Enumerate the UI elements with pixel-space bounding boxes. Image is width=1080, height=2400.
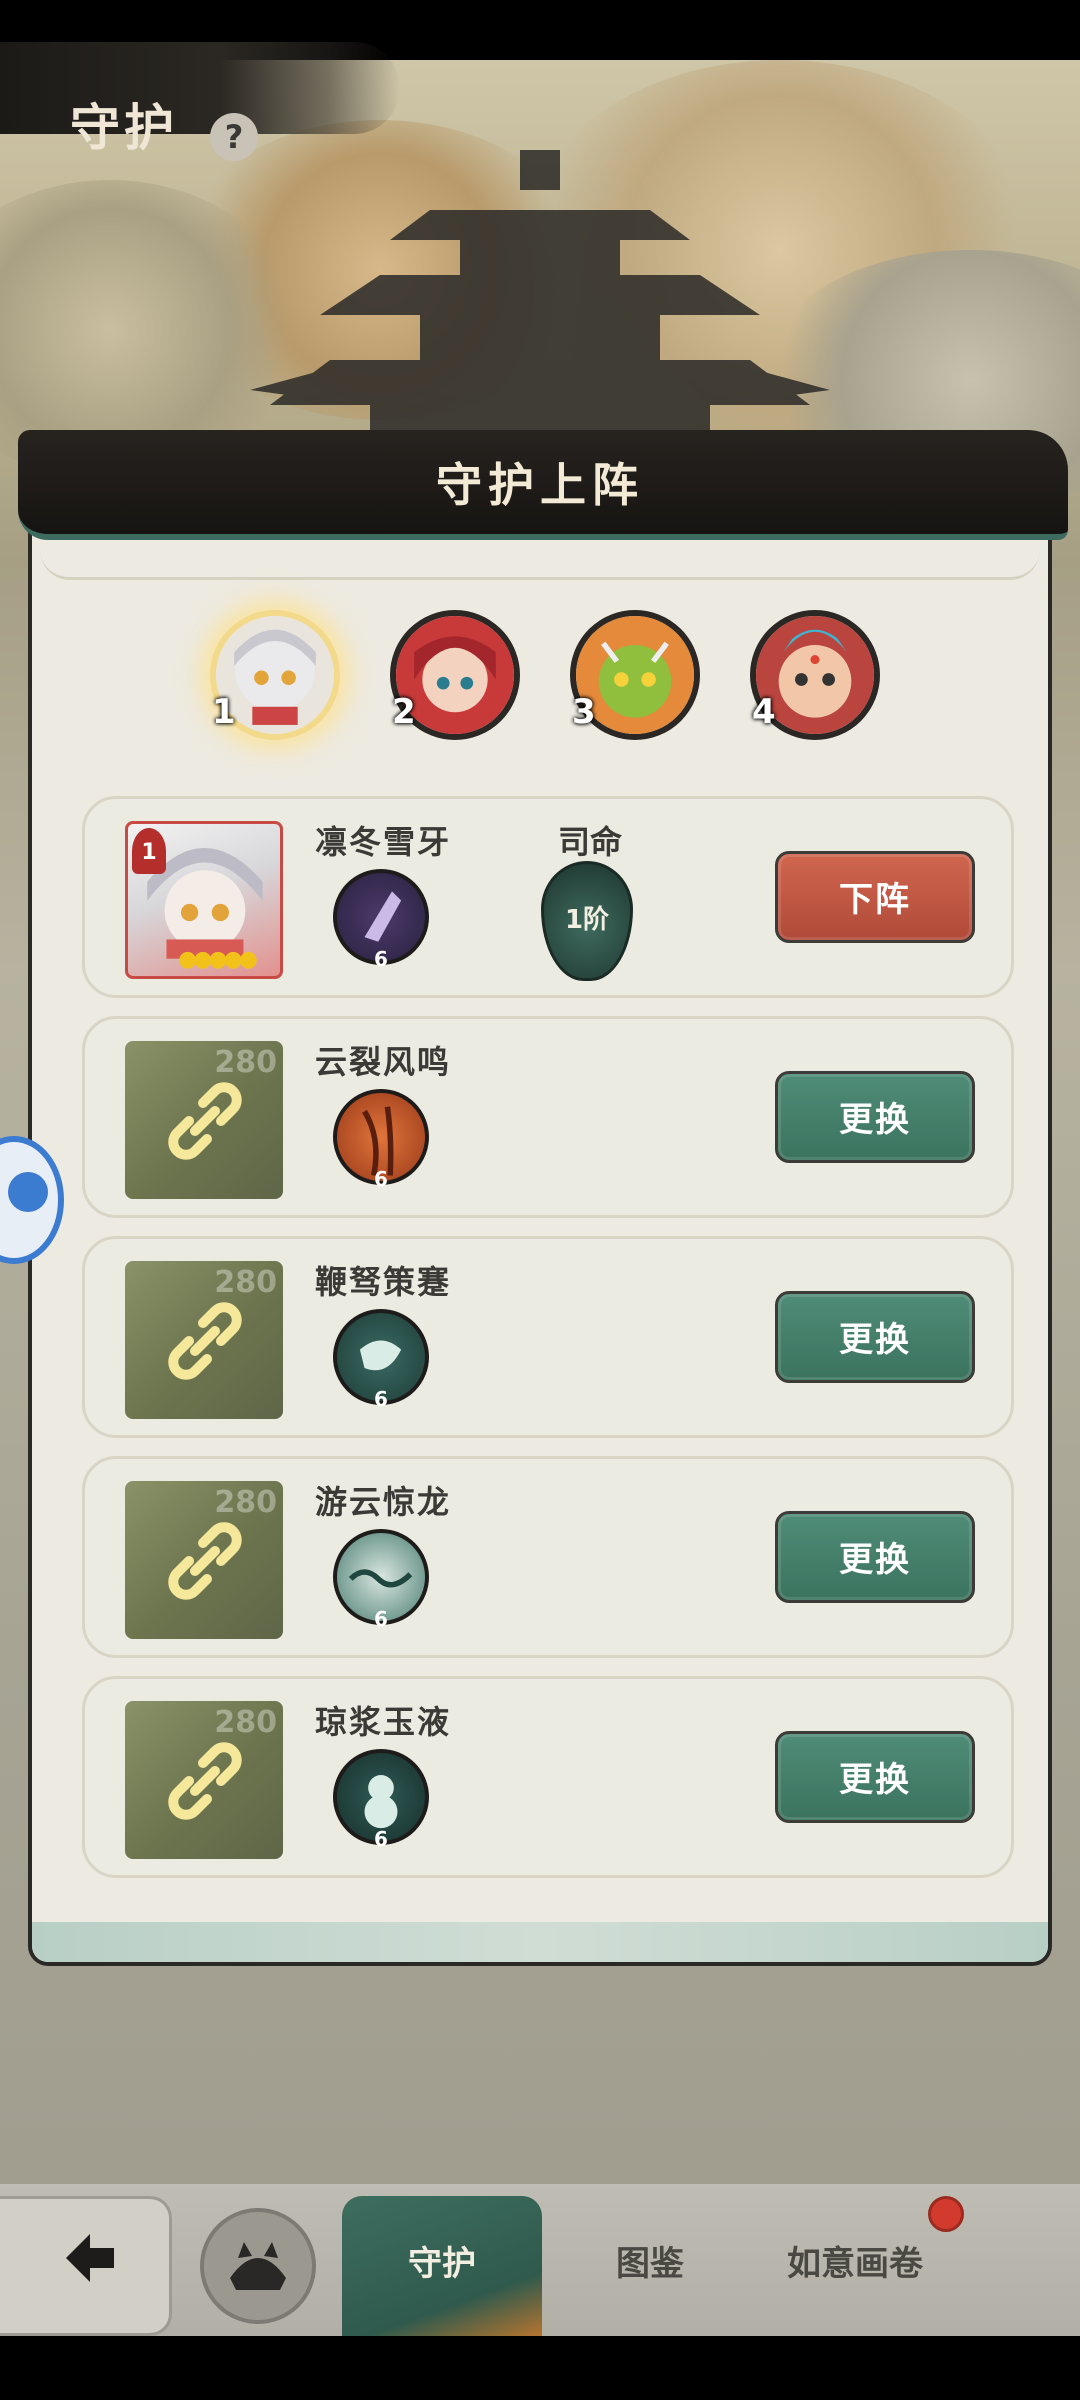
star-rating-icon: ●●●●● xyxy=(178,947,258,972)
panel-bottom-decoration xyxy=(32,1922,1048,1962)
chain-icon xyxy=(168,1082,242,1160)
locked-portrait[interactable]: 280 xyxy=(125,1701,283,1859)
locked-portrait[interactable]: 280 xyxy=(125,1261,283,1419)
page-title-bar xyxy=(0,42,400,134)
panel-title: 守护上阵 xyxy=(436,458,644,512)
guard-row: 280 游云惊龙 6 更换 xyxy=(82,1456,1014,1658)
team-slot-number: 4 xyxy=(752,692,776,732)
guard-name: 琼浆玉液 xyxy=(315,1703,452,1741)
tab-guard-label: 守护 xyxy=(408,2244,476,2284)
chain-icon xyxy=(168,1302,242,1380)
team-slot-number: 2 xyxy=(392,692,416,732)
remove-button[interactable]: 下阵 xyxy=(775,851,975,943)
panel-top-decoration xyxy=(40,540,1040,580)
destiny-label: 司命 xyxy=(558,823,623,861)
notification-dot xyxy=(928,2196,964,2232)
guard-row: 280 鞭驽策蹇 6 更换 xyxy=(82,1236,1014,1438)
skill-level: 6 xyxy=(374,1167,388,1191)
guard-name: 凛冬雪牙 xyxy=(315,823,452,861)
tab-codex[interactable]: 图鉴 xyxy=(570,2232,730,2296)
lock-number: 280 xyxy=(214,1045,277,1080)
guard-row: 280 琼浆玉液 6 更换 xyxy=(82,1676,1014,1878)
hero-card-portrait[interactable]: 1 ●●●●● xyxy=(125,821,283,979)
guard-name: 云裂风鸣 xyxy=(315,1043,452,1081)
skill-level: 6 xyxy=(374,1387,388,1411)
skill-level: 6 xyxy=(374,1827,388,1851)
tab-scroll[interactable]: 如意画卷 xyxy=(760,2232,950,2296)
lock-number: 280 xyxy=(214,1485,277,1520)
locked-portrait[interactable]: 280 xyxy=(125,1041,283,1199)
gamepad-icon xyxy=(8,1172,48,1212)
rank-badge: 1 xyxy=(132,828,166,874)
bottom-bar xyxy=(0,2336,1080,2400)
destiny-value: 1阶 xyxy=(564,905,610,935)
skill-level: 6 xyxy=(374,1607,388,1631)
page-title: 守护 xyxy=(70,99,178,157)
swap-button[interactable]: 更换 xyxy=(775,1511,975,1603)
swap-button[interactable]: 更换 xyxy=(775,1071,975,1163)
guard-name: 鞭驽策蹇 xyxy=(315,1263,452,1301)
cat-icon xyxy=(230,2242,286,2290)
team-slot-number: 3 xyxy=(572,692,596,732)
swap-button[interactable]: 更换 xyxy=(775,1291,975,1383)
chain-icon xyxy=(168,1742,242,1820)
guard-row: 280 云裂风鸣 6 更换 xyxy=(82,1016,1014,1218)
back-arrow-icon xyxy=(66,2234,114,2282)
skill-level: 6 xyxy=(374,947,388,971)
locked-portrait[interactable]: 280 xyxy=(125,1481,283,1639)
lock-number: 280 xyxy=(214,1705,277,1740)
chain-icon xyxy=(168,1522,242,1600)
swap-button[interactable]: 更换 xyxy=(775,1731,975,1823)
team-slot-number: 1 xyxy=(212,692,236,732)
guard-row: 1 ●●●●● 凛冬雪牙 6 司命 1阶 下阵 xyxy=(82,796,1014,998)
help-icon[interactable]: ? xyxy=(210,113,258,161)
guard-name: 游云惊龙 xyxy=(315,1483,452,1521)
lock-number: 280 xyxy=(214,1265,277,1300)
